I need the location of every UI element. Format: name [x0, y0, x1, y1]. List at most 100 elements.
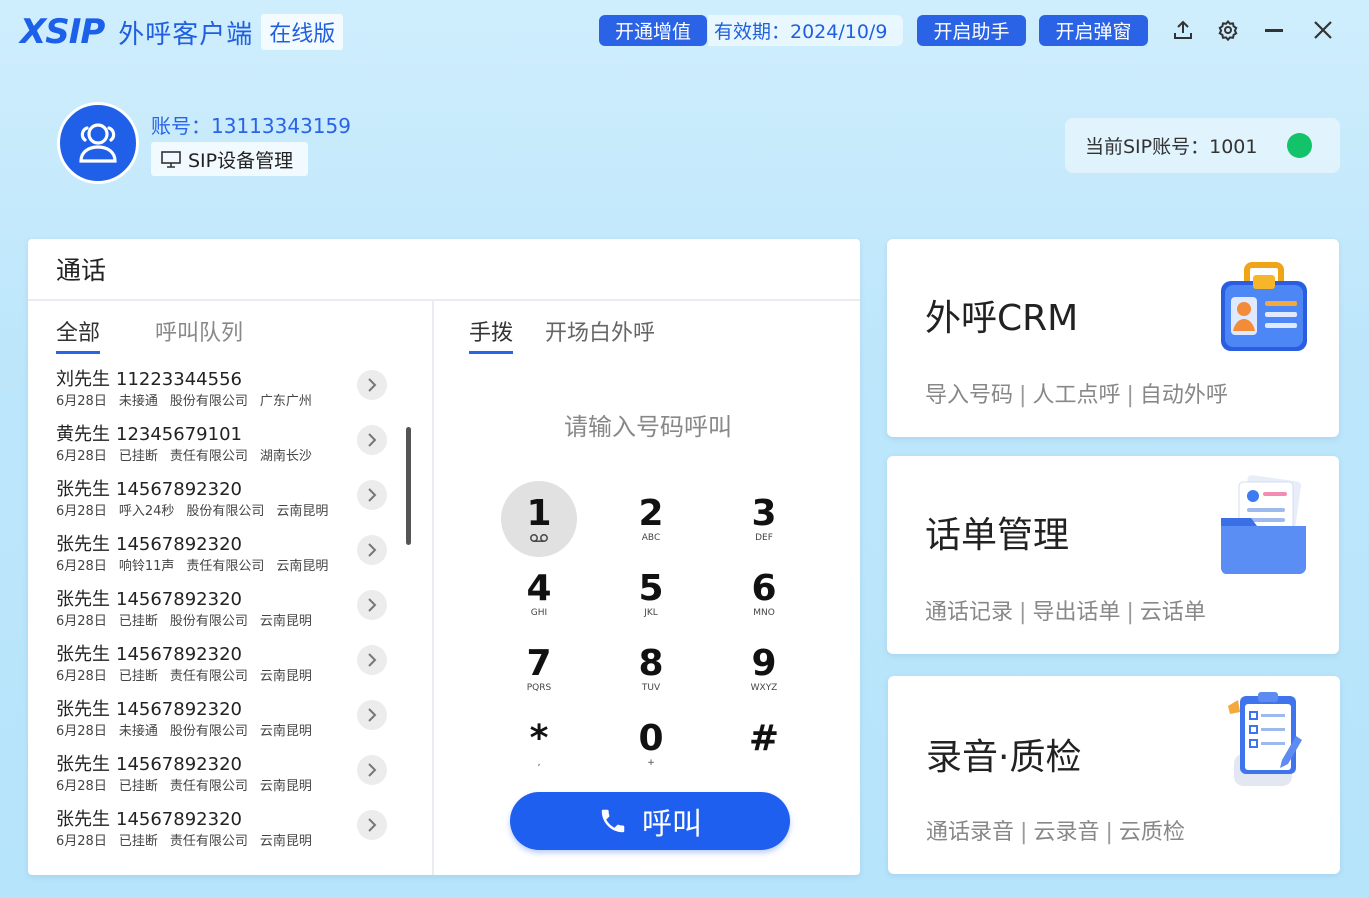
call-status: 呼入24秒 [118, 504, 175, 519]
chevron-right-icon[interactable] [357, 645, 387, 675]
dial-key-letters: MNO [753, 607, 775, 618]
dial-key-letters: GHI [530, 607, 548, 618]
call-region: 云南昆明 [259, 779, 312, 794]
chevron-right-icon[interactable] [357, 810, 387, 840]
dial-key-digit: 9 [751, 642, 777, 684]
caller-name: 张先生 [56, 754, 110, 775]
call-company: 责任有限公司 [169, 834, 248, 849]
chevron-right-icon[interactable] [357, 755, 387, 785]
call-status: 已挂断 [118, 449, 158, 464]
caller-number: 14567892320 [116, 699, 242, 720]
card-recording-qc[interactable]: 录音·质检 通话录音 | 云录音 | 云质检 [888, 676, 1340, 874]
dial-key-hash[interactable]: # [726, 706, 802, 782]
dial-key-1[interactable]: 1 [501, 481, 577, 557]
sip-device-label: SIP设备管理 [188, 149, 294, 172]
close-icon[interactable] [1309, 16, 1337, 44]
dial-key-3[interactable]: 3 DEF [726, 481, 802, 557]
caller-number: 14567892320 [116, 754, 242, 775]
call-record-item[interactable]: 张先生 14567892320 6月28日 已挂断 责任有限公司 云南昆明 [28, 803, 434, 858]
call-list-scrollbar[interactable] [406, 427, 411, 545]
dial-key-2[interactable]: 2 ABC [613, 481, 689, 557]
dial-key-digit: # [748, 717, 780, 759]
call-record-item[interactable]: 张先生 14567892320 6月28日 响铃11声 责任有限公司 云南昆明 [28, 528, 434, 583]
call-record-item[interactable]: 张先生 14567892320 6月28日 呼入24秒 股份有限公司 云南昆明 [28, 473, 434, 528]
validity-label: 有效期：2024/10/9 [708, 15, 903, 46]
link-cloud-qc[interactable]: 云质检 [1119, 820, 1185, 845]
dial-key-letters: TUV [641, 682, 661, 693]
call-meta: 6月28日 已挂断 股份有限公司 云南昆明 [56, 610, 324, 629]
link-manual-call[interactable]: 人工点呼 [1032, 383, 1120, 408]
call-company: 责任有限公司 [169, 669, 248, 684]
chevron-right-icon[interactable] [357, 700, 387, 730]
call-meta: 6月28日 响铃11声 责任有限公司 云南昆明 [56, 555, 340, 574]
caller-name: 张先生 [56, 589, 110, 610]
call-date: 6月28日 [56, 779, 107, 794]
tab-all[interactable]: 全部 [56, 315, 101, 354]
chevron-right-icon[interactable] [357, 425, 387, 455]
dial-key-5[interactable]: 5 JKL [613, 556, 689, 632]
link-import-numbers[interactable]: 导入号码 [925, 383, 1013, 408]
user-avatar[interactable] [57, 102, 139, 184]
upload-icon[interactable] [1169, 16, 1197, 44]
chevron-right-icon[interactable] [357, 590, 387, 620]
dial-number-input[interactable]: 请输入号码呼叫 [436, 407, 860, 442]
link-call-records[interactable]: 通话记录 [925, 600, 1013, 625]
dialer-pane: 手拨 开场白外呼 请输入号码呼叫 1 2 ABC 3 DEF 4 GHI 5 JKL 6 MNO 7 P… [436, 301, 860, 875]
call-meta: 6月28日 已挂断 责任有限公司 湖南长沙 [56, 445, 324, 464]
tab-opening-script-dial[interactable]: 开场白外呼 [545, 315, 655, 354]
dial-key-7[interactable]: 7 PQRS [501, 631, 577, 707]
link-call-recording[interactable]: 通话录音 [926, 820, 1014, 845]
dial-key-digit: 8 [638, 642, 664, 684]
card-links-crm: 导入号码 | 人工点呼 | 自动外呼 [925, 383, 1228, 408]
call-record-item[interactable]: 黄先生 12345679101 6月28日 已挂断 责任有限公司 湖南长沙 [28, 418, 434, 473]
dial-key-star[interactable]: *, [501, 706, 577, 782]
chevron-right-icon[interactable] [357, 370, 387, 400]
settings-gear-icon[interactable] [1214, 16, 1242, 44]
dial-key-9[interactable]: 9 WXYZ [726, 631, 802, 707]
minimize-icon[interactable] [1260, 16, 1288, 44]
call-record-item[interactable]: 张先生 14567892320 6月28日 已挂断 股份有限公司 云南昆明 [28, 583, 434, 638]
call-record-item[interactable]: 张先生 14567892320 6月28日 已挂断 责任有限公司 云南昆明 [28, 748, 434, 803]
call-status: 响铃11声 [118, 559, 175, 574]
call-record-item[interactable]: 张先生 14567892320 6月28日 未接通 股份有限公司 云南昆明 [28, 693, 434, 748]
tab-manual-dial[interactable]: 手拨 [469, 315, 514, 354]
dial-key-0[interactable]: 0 + [613, 706, 689, 782]
id-card-icon [1217, 259, 1311, 359]
call-status: 已挂断 [118, 614, 158, 629]
caller-name: 张先生 [56, 809, 110, 830]
caller-name-number: 张先生 14567892320 [56, 695, 242, 721]
caller-number: 11223344556 [116, 369, 242, 390]
card-outbound-crm[interactable]: 外呼CRM 导入号码 | 人工点呼 | 自动外呼 [887, 239, 1339, 437]
call-company: 股份有限公司 [169, 724, 248, 739]
caller-name: 张先生 [56, 534, 110, 555]
call-panel-title: 通话 [28, 239, 860, 301]
app-title: 外呼客户端 [118, 19, 254, 50]
call-company: 责任有限公司 [169, 779, 248, 794]
dial-key-6[interactable]: 6 MNO [726, 556, 802, 632]
link-cloud-recording[interactable]: 云录音 [1033, 820, 1099, 845]
call-status: 已挂断 [118, 834, 158, 849]
call-record-item[interactable]: 刘先生 11223344556 6月28日 未接通 股份有限公司 广东广州 [28, 363, 434, 418]
card-cdr-management[interactable]: 话单管理 通话记录 | 导出话单 | 云话单 [887, 456, 1339, 654]
dial-key-4[interactable]: 4 GHI [501, 556, 577, 632]
call-status: 未接通 [118, 394, 158, 409]
call-button[interactable]: 呼叫 [510, 792, 790, 850]
dial-key-8[interactable]: 8 TUV [613, 631, 689, 707]
open-popup-button[interactable]: 开启弹窗 [1039, 15, 1148, 46]
call-region: 云南昆明 [259, 669, 312, 684]
open-assistant-button[interactable]: 开启助手 [917, 15, 1026, 46]
link-auto-call[interactable]: 自动外呼 [1140, 383, 1228, 408]
call-region: 湖南长沙 [259, 449, 312, 464]
link-export-cdr[interactable]: 导出话单 [1032, 600, 1120, 625]
tab-call-queue[interactable]: 呼叫队列 [155, 315, 243, 354]
chevron-right-icon[interactable] [357, 480, 387, 510]
current-sip-label: 当前SIP账号：1001 [1085, 136, 1258, 158]
chevron-right-icon[interactable] [357, 535, 387, 565]
sip-device-button[interactable]: SIP设备管理 [151, 142, 308, 176]
open-value-added-button[interactable]: 开通增值 [599, 15, 707, 46]
link-cloud-cdr[interactable]: 云话单 [1140, 600, 1206, 625]
call-meta: 6月28日 呼入24秒 股份有限公司 云南昆明 [56, 500, 340, 519]
call-record-item[interactable]: 张先生 14567892320 6月28日 已挂断 责任有限公司 云南昆明 [28, 638, 434, 693]
phone-icon [601, 809, 625, 833]
dial-key-digit: 7 [526, 642, 552, 684]
